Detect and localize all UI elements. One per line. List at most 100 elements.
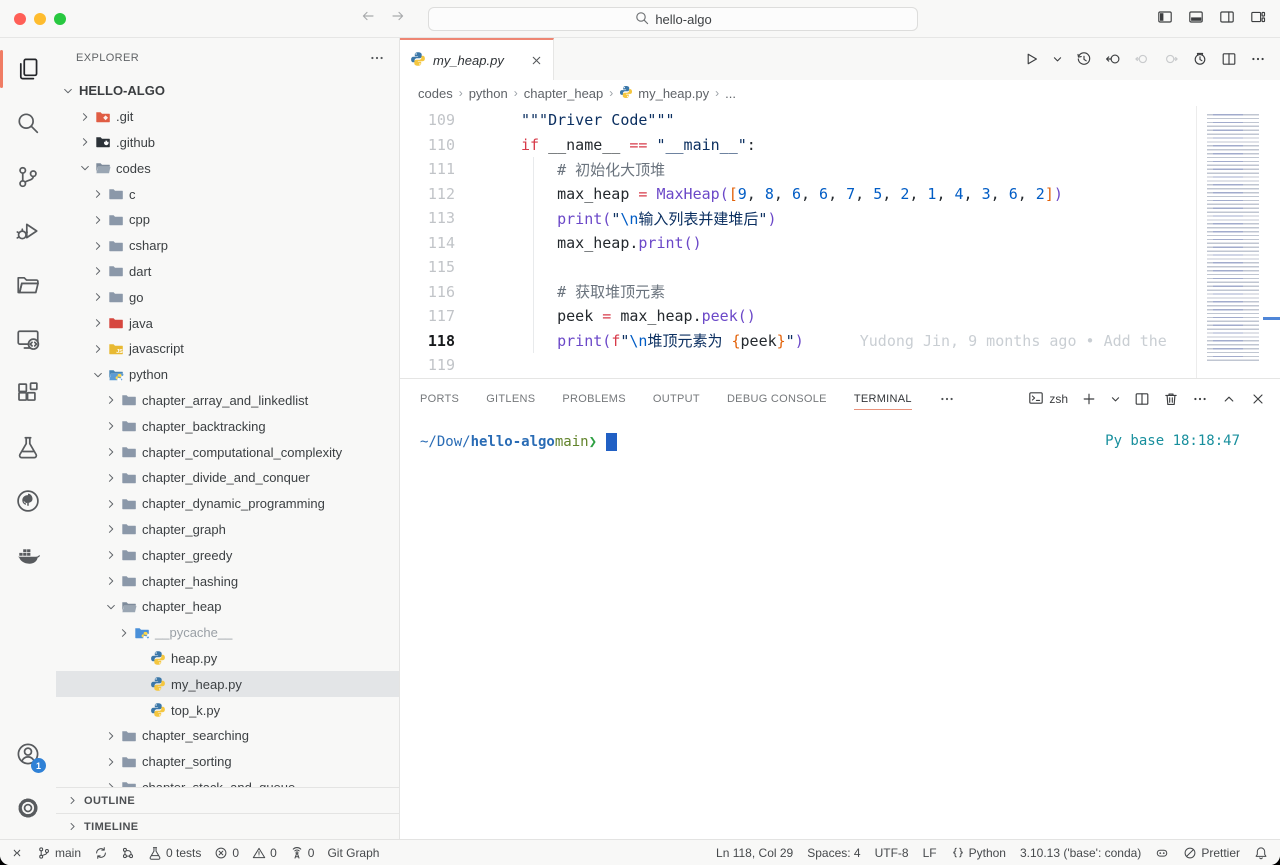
status-eol-sequence[interactable]: LF (923, 846, 937, 860)
panel-tab-ports[interactable]: PORTS (420, 379, 459, 419)
split-editor-icon[interactable] (1221, 51, 1237, 67)
panel-tab-gitlens[interactable]: GITLENS (486, 379, 535, 419)
status-remote-indicator[interactable] (10, 846, 24, 860)
activity-remote-explorer-icon[interactable] (0, 312, 56, 366)
run-dropdown-icon[interactable] (1052, 54, 1063, 65)
tree-item-java[interactable]: java (56, 310, 399, 336)
panel-tab-output[interactable]: OUTPUT (653, 379, 700, 419)
run-python-file-icon[interactable] (1023, 51, 1039, 67)
toggle-panel-icon[interactable] (1188, 9, 1204, 25)
tree-item-chapter-hashing[interactable]: chapter_hashing (56, 568, 399, 594)
tree-item-dart[interactable]: dart (56, 259, 399, 285)
code-line-111[interactable]: 111 # 初始化大顶堆 (400, 157, 1280, 182)
timeline-history-icon[interactable] (1076, 51, 1092, 67)
tree-item-chapter-greedy[interactable]: chapter_greedy (56, 542, 399, 568)
tree-item-csharp[interactable]: csharp (56, 233, 399, 259)
toggle-primary-sidebar-icon[interactable] (1157, 9, 1173, 25)
breadcrumb-segment-my-heap-py[interactable]: my_heap.py (619, 85, 709, 102)
activity-project-manager-icon[interactable] (0, 258, 56, 312)
status-encoding[interactable]: UTF-8 (875, 846, 909, 860)
status-warnings[interactable]: 0 (252, 846, 277, 860)
breadcrumb-segment-chapter-heap[interactable]: chapter_heap (524, 86, 604, 101)
code-line-115[interactable]: 115 (400, 255, 1280, 280)
tree-item--pycache-[interactable]: __pycache__ (56, 620, 399, 646)
gitlens-open-changes-icon[interactable] (1105, 51, 1121, 67)
activity-github-icon[interactable] (0, 474, 56, 528)
close-window-button[interactable] (14, 13, 26, 25)
panel-more-actions-icon[interactable] (1192, 391, 1208, 407)
go-back-button[interactable] (360, 8, 376, 24)
activity-explorer-icon[interactable] (0, 42, 56, 96)
split-terminal-icon[interactable] (1134, 391, 1150, 407)
tree-item-chapter-stack-and-queue[interactable]: chapter_stack_and_queue (56, 775, 399, 787)
status-git-graph-icon[interactable] (121, 846, 135, 860)
tree-item-chapter-computational-complexity[interactable]: chapter_computational_complexity (56, 439, 399, 465)
activity-docker-icon[interactable] (0, 528, 56, 582)
command-center-search[interactable]: hello-algo (428, 7, 918, 31)
status-notifications[interactable] (1254, 846, 1268, 860)
code-line-110[interactable]: 110if __name__ == "__main__": (400, 133, 1280, 158)
code-line-112[interactable]: 112 max_heap = MaxHeap([9, 8, 6, 6, 7, 5… (400, 182, 1280, 207)
status-python-interpreter[interactable]: 3.10.13 ('base': conda) (1020, 846, 1141, 860)
sidebar-section-outline[interactable]: OUTLINE (56, 787, 399, 813)
status-git-graph-button[interactable]: Git Graph (327, 846, 379, 860)
tree-item-chapter-graph[interactable]: chapter_graph (56, 517, 399, 543)
code-line-109[interactable]: 109"""Driver Code""" (400, 108, 1280, 133)
tree-item-my-heap-py[interactable]: my_heap.py (56, 671, 399, 697)
tree-item-chapter-dynamic-programming[interactable]: chapter_dynamic_programming (56, 491, 399, 517)
terminal-shell-selector[interactable]: zsh (1028, 390, 1068, 409)
panel-tab-debug-console[interactable]: DEBUG CONSOLE (727, 379, 827, 419)
activity-search-icon[interactable] (0, 96, 56, 150)
panel-tab-terminal[interactable]: TERMINAL (854, 379, 912, 419)
tree-item-top-k-py[interactable]: top_k.py (56, 697, 399, 723)
tree-item-javascript[interactable]: JSjavascript (56, 336, 399, 362)
tree-item-cpp[interactable]: cpp (56, 207, 399, 233)
tree-item-python[interactable]: python (56, 362, 399, 388)
close-panel-icon[interactable] (1250, 391, 1266, 407)
tree-item-c[interactable]: c (56, 181, 399, 207)
accounts-icon[interactable]: 1 (0, 727, 56, 781)
tree-item-chapter-array-and-linkedlist[interactable]: chapter_array_and_linkedlist (56, 388, 399, 414)
tree-root-hello-algo[interactable]: HELLO-ALGO (56, 78, 399, 104)
explorer-more-actions[interactable] (369, 50, 385, 66)
panel-tab-problems[interactable]: PROBLEMS (562, 379, 626, 419)
activity-extensions-icon[interactable] (0, 366, 56, 420)
status-git-branch[interactable]: main (37, 846, 81, 860)
status-language-mode[interactable]: Python (951, 846, 1006, 860)
status-copilot[interactable] (1155, 846, 1169, 860)
code-line-119[interactable]: 119 (400, 353, 1280, 378)
breadcrumb-segment--[interactable]: ... (725, 86, 736, 101)
tree-item-go[interactable]: go (56, 284, 399, 310)
tree-item-chapter-backtracking[interactable]: chapter_backtracking (56, 413, 399, 439)
status-sync-changes[interactable] (94, 846, 108, 860)
kill-terminal-icon[interactable] (1163, 391, 1179, 407)
tree-item-chapter-searching[interactable]: chapter_searching (56, 723, 399, 749)
close-tab-icon[interactable] (530, 54, 543, 67)
activity-source-control-icon[interactable] (0, 150, 56, 204)
tree-item-heap-py[interactable]: heap.py (56, 646, 399, 672)
code-line-116[interactable]: 116 # 获取堆顶元素 (400, 280, 1280, 305)
code-line-114[interactable]: 114 max_heap.print() (400, 231, 1280, 256)
status-test-results[interactable]: 0 tests (148, 846, 201, 860)
code-line-118[interactable]: 118 print(f"\n堆顶元素为 {peek}")Yudong Jin, … (400, 329, 1280, 354)
tree-item-chapter-divide-and-conquer[interactable]: chapter_divide_and_conquer (56, 465, 399, 491)
activity-testing-icon[interactable] (0, 420, 56, 474)
status-errors[interactable]: 0 (214, 846, 239, 860)
sidebar-section-timeline[interactable]: TIMELINE (56, 813, 399, 839)
status-indentation[interactable]: Spaces: 4 (807, 846, 860, 860)
panel-tabs-more-icon[interactable] (939, 391, 955, 407)
code-line-117[interactable]: 117 peek = max_heap.peek() (400, 304, 1280, 329)
tree-item-chapter-sorting[interactable]: chapter_sorting (56, 749, 399, 775)
activity-run-and-debug-icon[interactable] (0, 204, 56, 258)
breadcrumb-segment-python[interactable]: python (469, 86, 508, 101)
new-terminal-icon[interactable] (1081, 391, 1097, 407)
status-forwarded-ports[interactable]: 0 (290, 846, 315, 860)
tree-item--git[interactable]: .git (56, 104, 399, 130)
settings-gear-icon[interactable] (0, 781, 56, 835)
toggle-secondary-sidebar-icon[interactable] (1219, 9, 1235, 25)
maximize-panel-icon[interactable] (1221, 391, 1237, 407)
tree-item--github[interactable]: .github (56, 130, 399, 156)
terminal-profile-dropdown-icon[interactable] (1110, 394, 1121, 405)
minimize-window-button[interactable] (34, 13, 46, 25)
tree-item-codes[interactable]: codes (56, 155, 399, 181)
